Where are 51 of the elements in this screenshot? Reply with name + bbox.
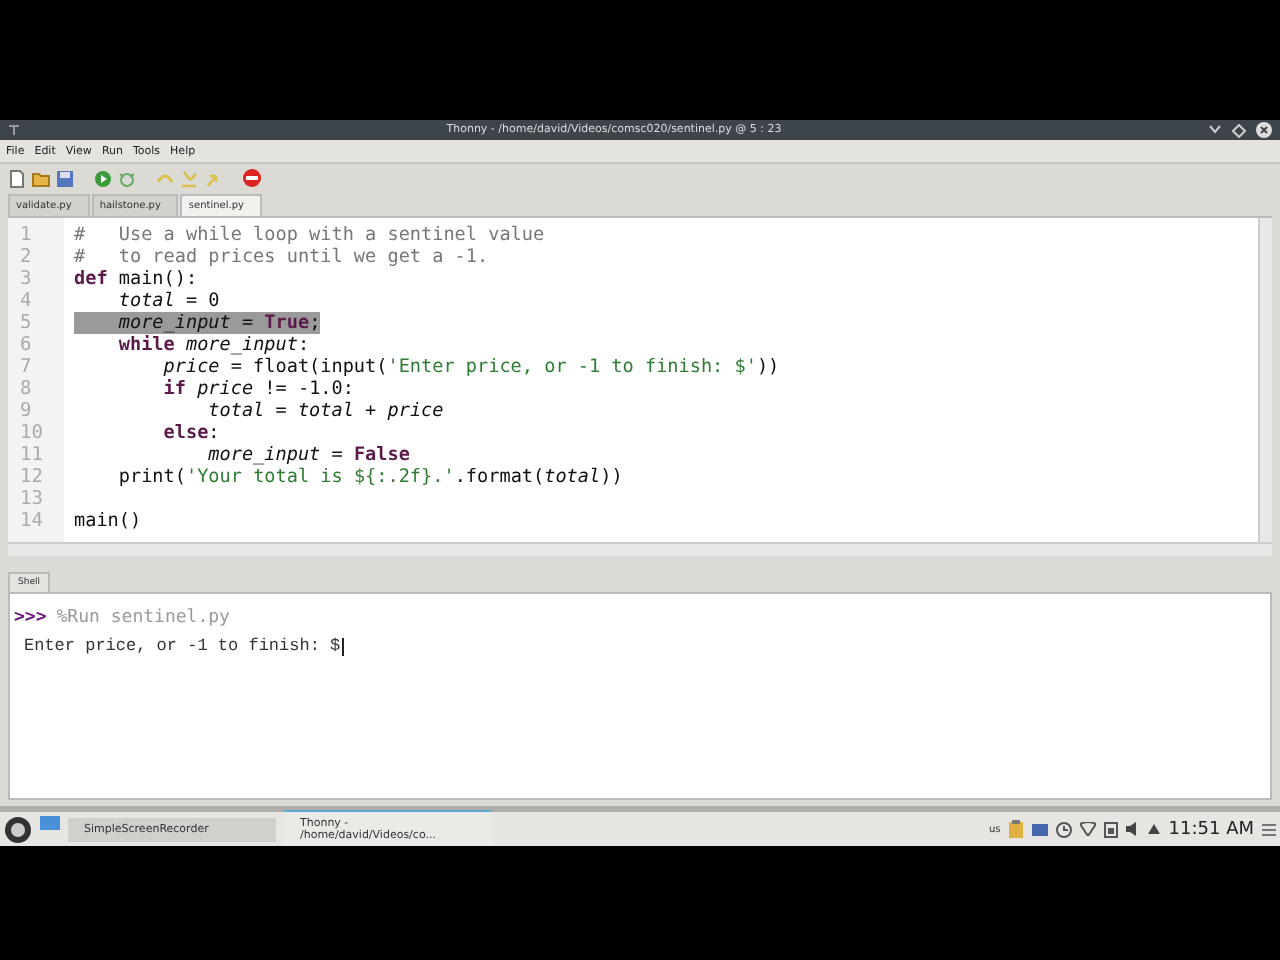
scrollbar[interactable]: [1258, 218, 1272, 542]
line-number: 11: [18, 444, 45, 466]
line-number: 8: [18, 378, 34, 400]
line-number: 7: [18, 356, 34, 378]
code-line: if price != -1.0:: [161, 378, 354, 400]
speaker-icon[interactable]: [1126, 822, 1141, 836]
shell-output: Enter price, or -1 to finish: $: [24, 636, 341, 656]
scrollbar[interactable]: [8, 542, 1272, 556]
code-line: print('Your total is ${:.2f}.'.format(total)): [116, 466, 623, 488]
shell-panel[interactable]: >>> %Run sentinel.py Enter price, or -1 to finish: $: [8, 592, 1272, 800]
line-number: 4: [18, 290, 34, 312]
run-icon[interactable]: [94, 169, 112, 187]
clipboard-icon[interactable]: [1008, 820, 1025, 838]
code-line: else:: [161, 422, 220, 444]
code-line: total = total + price: [208, 400, 444, 422]
text-cursor: [342, 637, 345, 655]
bug-icon[interactable]: [118, 169, 136, 187]
clock[interactable]: 11:51 AM: [1168, 819, 1254, 839]
line-number: 1: [18, 224, 34, 246]
line-number: 5: [18, 312, 34, 334]
line-number: 10: [18, 422, 45, 444]
shell-prompt: >>>: [14, 608, 47, 628]
start-menu-icon[interactable]: [4, 815, 32, 843]
line-number: 13: [18, 488, 45, 510]
shell-command: %Run sentinel.py: [56, 608, 230, 628]
line-number: 3: [18, 268, 34, 290]
code-line: more_input = False: [206, 444, 410, 466]
code-line: while more_input:: [116, 334, 310, 356]
line-number: 12: [18, 466, 45, 488]
caret-icon[interactable]: [1148, 824, 1161, 834]
code-editor[interactable]: [8, 216, 1272, 542]
minimize-icon[interactable]: [1208, 124, 1222, 136]
app-icon: [8, 124, 20, 136]
line-number: 9: [18, 400, 34, 422]
code-line: price = float(input('Enter price, or -1 to finish: $')): [161, 356, 780, 378]
code-line: main(): [74, 510, 142, 532]
new-file-icon[interactable]: [8, 169, 26, 187]
code-line: # Use a while loop with a sentinel value: [74, 224, 545, 246]
stop-icon[interactable]: [242, 168, 262, 188]
line-number: 2: [18, 246, 34, 268]
clock-icon[interactable]: [1056, 821, 1073, 837]
folder-icon[interactable]: [32, 169, 50, 187]
maximize-icon[interactable]: [1232, 123, 1246, 137]
code-line: def main():: [74, 268, 198, 290]
line-number: 14: [18, 510, 45, 532]
close-icon[interactable]: [1256, 122, 1272, 138]
line-number: 6: [18, 334, 34, 356]
code-line: # to read prices until we get a -1.: [74, 246, 489, 268]
menu-icon[interactable]: [1262, 823, 1276, 835]
code-line: total = 0: [116, 290, 220, 312]
card-icon[interactable]: [1032, 823, 1049, 835]
